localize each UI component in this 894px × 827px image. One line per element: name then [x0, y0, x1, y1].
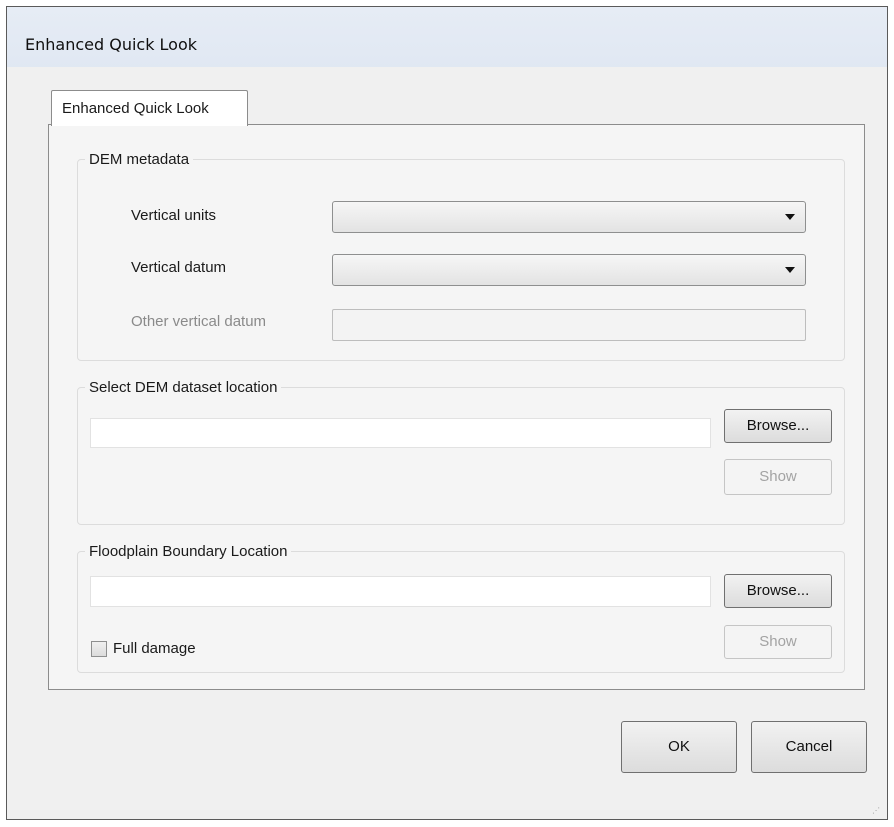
ok-button-label: OK: [668, 738, 690, 755]
floodplain-group-label: Floodplain Boundary Location: [85, 543, 292, 560]
dem-dataset-show-button[interactable]: Show: [724, 459, 832, 495]
dem-dataset-browse-button[interactable]: Browse...: [724, 409, 832, 443]
full-damage-checkbox[interactable]: [91, 641, 107, 657]
dem-dataset-path-input[interactable]: [90, 418, 711, 448]
floodplain-show-button[interactable]: Show: [724, 625, 832, 659]
cancel-button-label: Cancel: [785, 738, 833, 755]
window-title: Enhanced Quick Look: [25, 35, 198, 54]
dem-dataset-group: [77, 387, 845, 525]
vertical-units-label: Vertical units: [131, 207, 217, 224]
tab-panel: DEM metadata Vertical units Vertical dat…: [48, 124, 865, 690]
dem-metadata-group-label: DEM metadata: [85, 151, 194, 168]
vertical-units-dropdown[interactable]: [332, 201, 806, 233]
dem-dataset-show-label: Show: [759, 468, 797, 485]
floodplain-path-input[interactable]: [90, 576, 711, 607]
floodplain-browse-button[interactable]: Browse...: [724, 574, 832, 608]
tab-label: Enhanced Quick Look: [62, 100, 209, 117]
other-vertical-datum-field[interactable]: [332, 309, 806, 341]
tab-enhanced-quick-look[interactable]: Enhanced Quick Look: [51, 90, 248, 126]
resize-grip-icon[interactable]: ⋰: [872, 807, 882, 817]
floodplain-show-label: Show: [759, 633, 797, 650]
cancel-button[interactable]: Cancel: [751, 721, 867, 773]
dem-dataset-browse-label: Browse...: [746, 417, 810, 434]
ok-button[interactable]: OK: [621, 721, 737, 773]
dem-dataset-group-label: Select DEM dataset location: [85, 379, 282, 396]
chevron-down-icon: [785, 214, 795, 220]
floodplain-browse-label: Browse...: [746, 582, 810, 599]
vertical-datum-label: Vertical datum: [131, 259, 227, 276]
chevron-down-icon: [785, 267, 795, 273]
vertical-datum-dropdown[interactable]: [332, 254, 806, 286]
other-vertical-datum-label: Other vertical datum: [131, 313, 267, 330]
full-damage-label[interactable]: Full damage: [113, 640, 196, 657]
